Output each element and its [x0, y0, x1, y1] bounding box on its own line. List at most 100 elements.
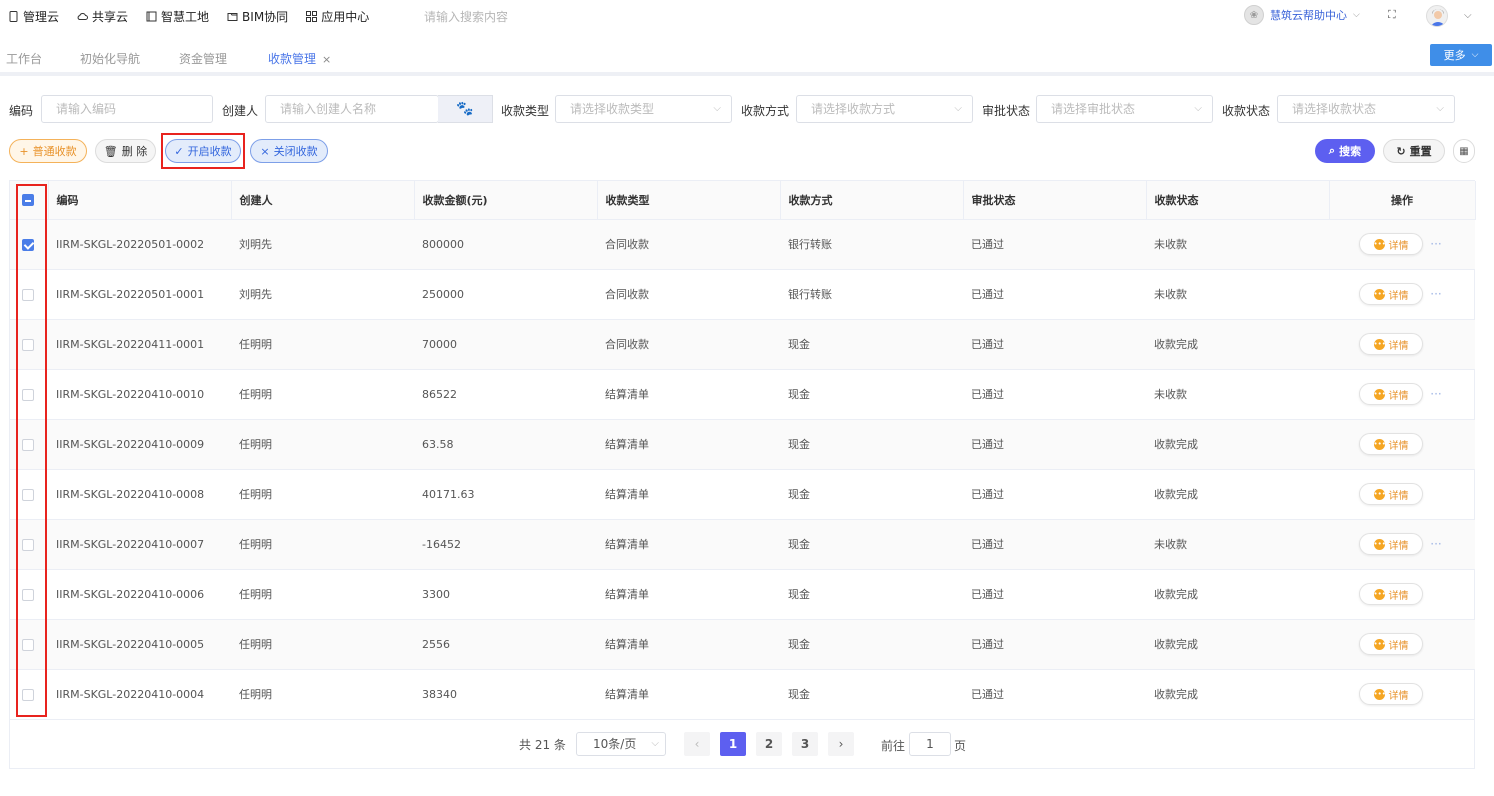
- detail-button[interactable]: ••• 详情: [1359, 333, 1423, 355]
- fullscreen-icon[interactable]: ⛶: [1388, 9, 1400, 21]
- more-dots-icon: •••: [1373, 688, 1386, 700]
- close-receipt-button[interactable]: × 关闭收款: [250, 139, 328, 163]
- detail-button[interactable]: ••• 详情: [1359, 283, 1423, 305]
- chevron-down-icon[interactable]: ⌵: [1464, 10, 1472, 21]
- creator-input[interactable]: 请输入创建人名称: [265, 95, 439, 123]
- close-icon[interactable]: ×: [322, 53, 331, 66]
- tab-workbench[interactable]: 工作台: [6, 50, 42, 67]
- detail-button[interactable]: ••• 详情: [1359, 683, 1423, 705]
- row-checkbox[interactable]: [22, 588, 34, 601]
- status-select[interactable]: 请选择收款状态 ⌵: [1277, 95, 1455, 123]
- table-header-row: 编码 创建人 收款金额(元) 收款类型 收款方式 审批状态 收款状态 操作: [10, 181, 1476, 220]
- open-receipt-button[interactable]: ✓ 开启收款: [165, 139, 241, 163]
- cell-method: 现金: [780, 469, 963, 520]
- row-checkbox[interactable]: [22, 488, 34, 501]
- cell-type: 结算清单: [597, 569, 780, 620]
- table-row[interactable]: IIRM-SKGL-20220410-0006 任明明 3300 结算清单 现金 已通过收…: [10, 569, 1475, 620]
- table-row[interactable]: IIRM-SKGL-20220410-0008 任明明 40171.63 结算清单 现金…: [10, 469, 1475, 520]
- nav-item-smart-site[interactable]: 智慧工地: [146, 8, 209, 25]
- row-more-icon[interactable]: ···: [1427, 287, 1445, 301]
- row-checkbox[interactable]: [22, 338, 34, 351]
- tab-receipt-management[interactable]: 收款管理 ×: [268, 50, 331, 67]
- select-all-checkbox[interactable]: [22, 194, 34, 207]
- delete-button[interactable]: 🗑 删 除: [95, 139, 156, 163]
- cell-approval: 已通过: [963, 369, 1146, 420]
- type-select[interactable]: 请选择收款类型 ⌵: [555, 95, 732, 123]
- page-button-1[interactable]: 1: [720, 732, 746, 756]
- table-row[interactable]: IIRM-SKGL-20220410-0010 任明明 86522 结算清单 现金 已通过…: [10, 369, 1475, 420]
- detail-label: 详情: [1388, 240, 1409, 252]
- cell-status: 收款完成: [1146, 419, 1329, 470]
- row-checkbox[interactable]: [22, 688, 34, 701]
- page-tabs: 工作台 初始化导航 资金管理 收款管理 ×: [0, 40, 1494, 76]
- row-checkbox[interactable]: [22, 388, 34, 401]
- next-page-button[interactable]: ›: [828, 732, 854, 756]
- nav-item-app-center[interactable]: 应用中心: [306, 8, 369, 25]
- row-checkbox[interactable]: [22, 238, 34, 251]
- page-size-select[interactable]: 10条/页 ⌵: [576, 732, 666, 756]
- table-row[interactable]: IIRM-SKGL-20220410-0009 任明明 63.58 结算清单 现金 已通过…: [10, 419, 1475, 470]
- nav-item-management-cloud[interactable]: 管理云: [8, 8, 59, 25]
- row-more-icon[interactable]: ···: [1427, 387, 1445, 401]
- row-more-icon[interactable]: ···: [1427, 537, 1445, 551]
- cell-type: 合同收款: [597, 269, 780, 320]
- table-row[interactable]: IIRM-SKGL-20220410-0007 任明明 -16452 结算清单 现金 已通…: [10, 519, 1475, 570]
- avatar[interactable]: [1426, 5, 1448, 27]
- detail-label: 详情: [1388, 390, 1409, 402]
- code-input[interactable]: 请输入编码: [41, 95, 213, 123]
- row-checkbox[interactable]: [22, 438, 34, 451]
- tab-label: 收款管理: [268, 52, 317, 66]
- table-row[interactable]: IIRM-SKGL-20220501-0001 刘明先 250000 合同收款 银行转账…: [10, 269, 1475, 320]
- approval-select[interactable]: 请选择审批状态 ⌵: [1036, 95, 1213, 123]
- tab-funds[interactable]: 资金管理: [179, 50, 227, 67]
- detail-button[interactable]: ••• 详情: [1359, 433, 1423, 455]
- page-suffix-label: 页: [954, 739, 967, 753]
- row-checkbox[interactable]: [22, 638, 34, 651]
- user-picker-button[interactable]: 🐾: [438, 95, 493, 123]
- row-checkbox[interactable]: [22, 288, 34, 301]
- detail-button[interactable]: ••• 详情: [1359, 633, 1423, 655]
- help-center-link[interactable]: ❀ 慧筑云帮助中心 ⌵: [1244, 5, 1360, 25]
- page-button-2[interactable]: 2: [756, 732, 782, 756]
- apps-grid-icon: [306, 10, 318, 22]
- global-search-input[interactable]: 请输入搜索内容: [424, 8, 508, 25]
- reset-button[interactable]: ↻ 重置: [1383, 139, 1445, 163]
- nav-item-bim[interactable]: BIM协同: [227, 8, 288, 25]
- nav-item-label: BIM协同: [242, 9, 289, 24]
- chevron-right-icon: ›: [838, 737, 844, 751]
- detail-button[interactable]: ••• 详情: [1359, 483, 1423, 505]
- cell-code: IIRM-SKGL-20220410-0009: [48, 419, 231, 470]
- table-row[interactable]: IIRM-SKGL-20220411-0001 任明明 70000 合同收款 现金 已通过…: [10, 319, 1475, 370]
- plus-icon: +: [19, 144, 29, 158]
- prev-page-button[interactable]: ‹: [684, 732, 710, 756]
- tab-init-nav[interactable]: 初始化导航: [80, 50, 140, 67]
- row-more-icon[interactable]: ···: [1427, 237, 1445, 251]
- cell-status: 收款完成: [1146, 569, 1329, 620]
- search-label: 搜索: [1339, 145, 1362, 158]
- cell-actions: •••详情···: [1329, 669, 1475, 720]
- row-checkbox[interactable]: [22, 538, 34, 551]
- page-button-3[interactable]: 3: [792, 732, 818, 756]
- cell-type: 结算清单: [597, 369, 780, 420]
- column-settings-icon[interactable]: ▦: [1453, 139, 1475, 163]
- detail-button[interactable]: ••• 详情: [1359, 533, 1423, 555]
- chevron-down-icon: ⌵: [1194, 103, 1202, 114]
- more-dots-icon: •••: [1373, 638, 1386, 650]
- method-select[interactable]: 请选择收款方式 ⌵: [796, 95, 973, 123]
- detail-button[interactable]: ••• 详情: [1359, 233, 1423, 255]
- table-row[interactable]: IIRM-SKGL-20220410-0005 任明明 2556 结算清单 现金 已通过收…: [10, 619, 1475, 670]
- add-receipt-button[interactable]: + 普通收款: [9, 139, 87, 163]
- status-select-placeholder: 请选择收款状态: [1292, 102, 1377, 116]
- search-button[interactable]: ⌕ 搜索: [1315, 139, 1375, 163]
- detail-button[interactable]: ••• 详情: [1359, 383, 1423, 405]
- cell-approval: 已通过: [963, 619, 1146, 670]
- header-code: 编码: [48, 181, 232, 220]
- more-button[interactable]: 更多 ⌵: [1430, 44, 1492, 66]
- cell-approval: 已通过: [963, 519, 1146, 570]
- table-row[interactable]: IIRM-SKGL-20220410-0004 任明明 38340 结算清单 现金 已通过…: [10, 669, 1475, 720]
- cell-method: 现金: [780, 419, 963, 470]
- goto-page-input[interactable]: 1: [909, 732, 951, 756]
- table-row[interactable]: IIRM-SKGL-20220501-0002 刘明先 800000 合同收款 银行转账…: [10, 219, 1475, 270]
- detail-button[interactable]: ••• 详情: [1359, 583, 1423, 605]
- nav-item-shared-cloud[interactable]: 共享云: [77, 8, 128, 25]
